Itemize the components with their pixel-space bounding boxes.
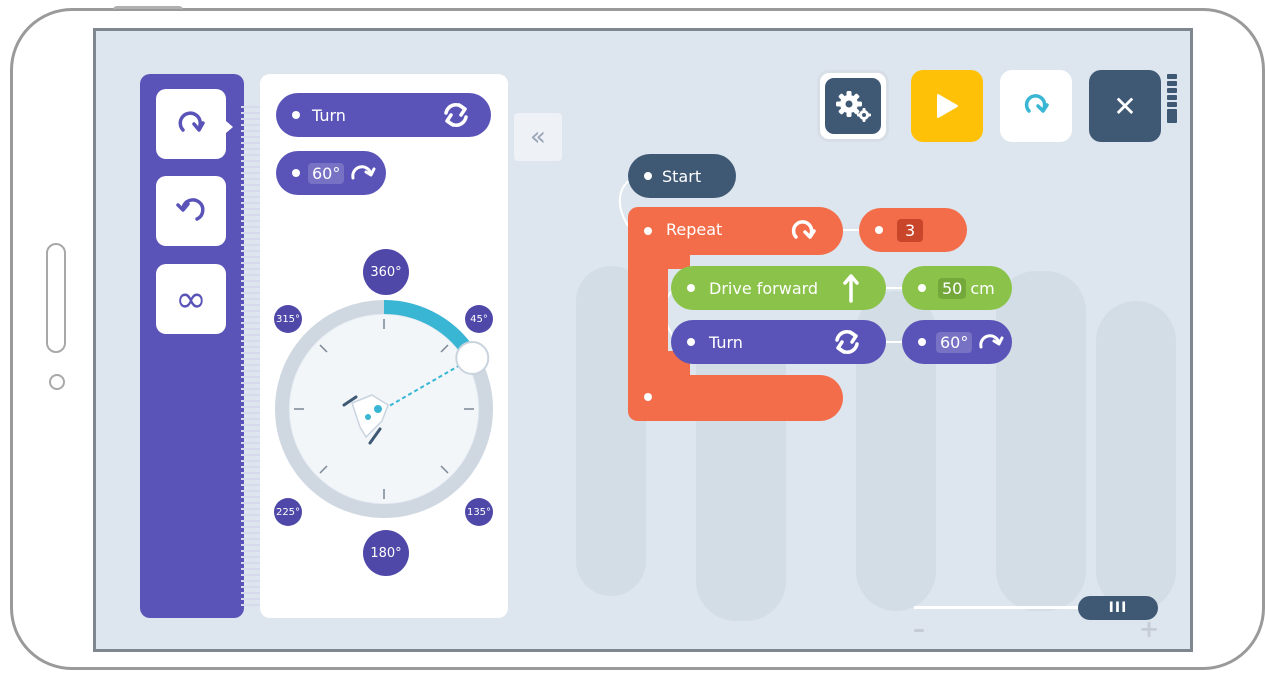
turn-block[interactable]: Turn	[671, 320, 886, 364]
phone-home-dot	[49, 374, 65, 390]
zoom-out-icon[interactable]: –	[913, 615, 925, 643]
repeat-block-spine	[628, 245, 668, 395]
repeat-block-corner	[666, 245, 690, 269]
app-screen: ∞ Turn 60° 360° 315° 45° 225° 135° 180° …	[93, 28, 1193, 652]
turn-angle-block[interactable]: 60°	[902, 320, 1012, 364]
block-connector-dot	[644, 172, 652, 180]
repeat-count-block[interactable]: 3	[859, 208, 967, 252]
block-connector-dot	[687, 284, 695, 292]
repeat-block-label: Repeat	[666, 220, 723, 239]
zoom-slider-track[interactable]	[914, 606, 1082, 609]
zoom-in-icon[interactable]: +	[1139, 615, 1159, 643]
repeat-loop-icon	[791, 220, 816, 239]
drive-forward-block[interactable]: Drive forward	[671, 266, 886, 310]
block-connector-dot	[644, 393, 652, 401]
block-connector-dot	[687, 338, 695, 346]
turn-angle-value[interactable]: 60°	[936, 331, 973, 353]
block-connector-dot	[918, 338, 926, 346]
arrow-up-icon	[843, 274, 859, 303]
block-connector-dot	[644, 227, 652, 235]
start-block[interactable]: Start	[628, 154, 736, 198]
block-connector-dot	[918, 284, 926, 292]
start-block-label: Start	[662, 166, 702, 186]
block-connector-dot	[875, 226, 883, 234]
phone-top-tab	[113, 6, 183, 15]
drive-distance-block[interactable]: 50 cm	[902, 266, 1012, 310]
repeat-count-value[interactable]: 3	[897, 218, 924, 242]
drive-forward-label: Drive forward	[709, 278, 819, 298]
repeat-block-footer	[628, 375, 843, 421]
turn-block-label: Turn	[709, 332, 743, 352]
drive-distance-unit: cm	[970, 278, 995, 298]
drive-distance-value[interactable]: 50	[938, 277, 967, 299]
rotate-both-icon	[835, 330, 859, 354]
turn-right-arrow-icon	[979, 334, 1004, 349]
phone-side-button	[46, 243, 66, 353]
